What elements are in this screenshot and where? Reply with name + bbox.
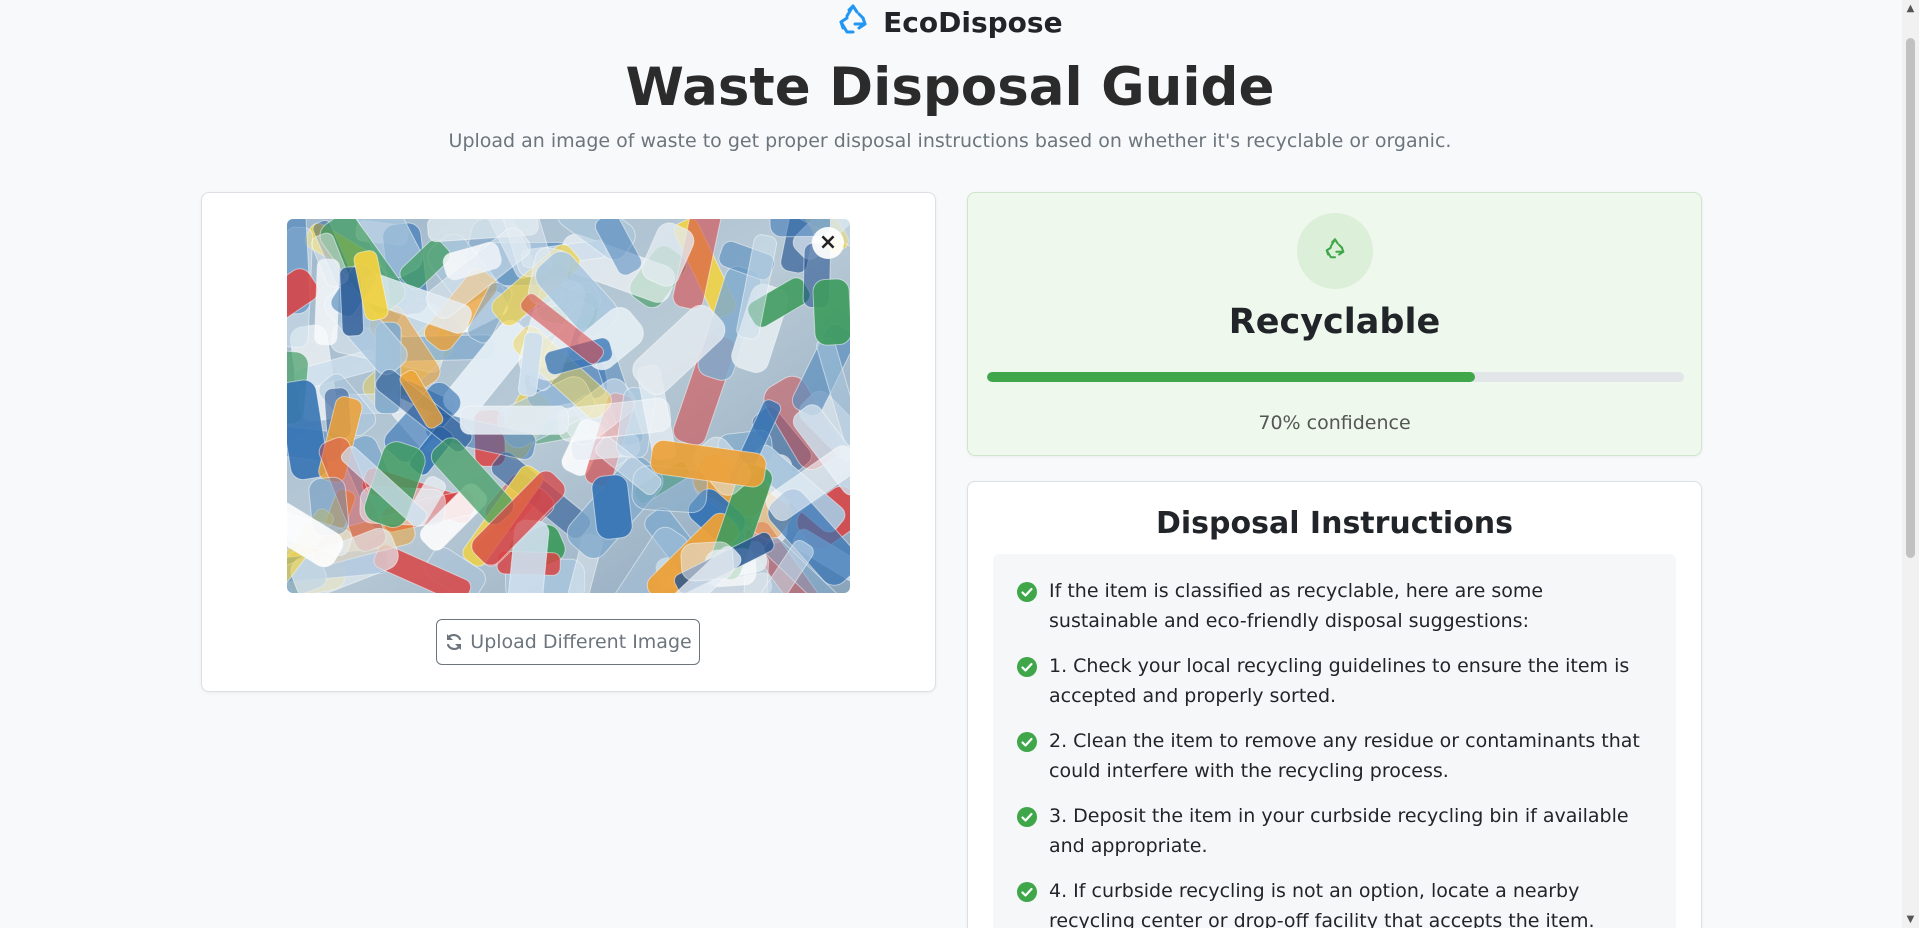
instructions-list-container: If the item is classified as recyclable,… (993, 554, 1676, 928)
instruction-text: 3. Deposit the item in your curbside rec… (1049, 805, 1629, 857)
confidence-progress-bar (987, 372, 1684, 382)
scroll-up-arrow-icon[interactable]: ▲ (1902, 0, 1919, 17)
scrollbar-thumb[interactable] (1906, 38, 1915, 558)
confidence-progress-fill (987, 372, 1475, 382)
instructions-title: Disposal Instructions (1155, 506, 1514, 541)
page: EcoDispose Waste Disposal Guide Upload a… (0, 0, 1919, 928)
instruction-item: 1. Check your local recycling guidelines… (1017, 651, 1658, 711)
brand-name: EcoDispose (883, 6, 1063, 39)
check-circle-icon (1017, 806, 1037, 827)
instruction-item: 4. If curbside recycling is not an optio… (1017, 876, 1658, 928)
bottle-shape (812, 278, 850, 346)
bottle-shape (680, 541, 734, 582)
recycle-icon (1324, 238, 1346, 264)
brand-logo[interactable]: EcoDispose (0, 4, 1900, 40)
check-circle-icon (1017, 881, 1037, 902)
upload-button-label: Upload Different Image (470, 631, 692, 653)
recycle-icon (837, 4, 869, 36)
upload-card: × Upload Different Image (201, 192, 936, 692)
page-subtitle: Upload an image of waste to get proper d… (448, 130, 1452, 152)
instruction-text: 1. Check your local recycling guidelines… (1049, 655, 1630, 707)
refresh-icon (444, 632, 464, 652)
disposal-instructions-card: Disposal Instructions If the item is cla… (967, 481, 1702, 928)
check-circle-icon (1017, 731, 1037, 752)
instruction-item: 2. Clean the item to remove any residue … (1017, 726, 1658, 786)
uploaded-image: × (287, 219, 850, 593)
instruction-item: If the item is classified as recyclable,… (1017, 576, 1658, 636)
plastic-bottles-photo (287, 219, 850, 593)
instruction-text: 2. Clean the item to remove any residue … (1049, 730, 1640, 782)
instructions-list: If the item is classified as recyclable,… (993, 554, 1676, 928)
check-circle-icon (1017, 656, 1037, 677)
scroll-down-arrow-icon[interactable]: ▼ (1902, 911, 1919, 928)
instruction-text: 4. If curbside recycling is not an optio… (1049, 880, 1595, 928)
classification-label: Recyclable (1228, 302, 1441, 342)
instruction-item: 3. Deposit the item in your curbside rec… (1017, 801, 1658, 861)
page-scrollbar[interactable]: ▲ ▼ (1902, 0, 1919, 928)
upload-different-image-button[interactable]: Upload Different Image (436, 619, 700, 665)
bottle-shape (459, 405, 569, 435)
check-circle-icon (1017, 581, 1037, 602)
result-icon-badge (1297, 213, 1373, 289)
page-title: Waste Disposal Guide (625, 57, 1275, 118)
instruction-text: If the item is classified as recyclable,… (1049, 580, 1544, 632)
classification-result-card: Recyclable 70% confidence (967, 192, 1702, 456)
remove-image-button[interactable]: × (812, 227, 844, 259)
confidence-text: 70% confidence (1258, 412, 1411, 434)
bottle-shape (591, 474, 633, 540)
